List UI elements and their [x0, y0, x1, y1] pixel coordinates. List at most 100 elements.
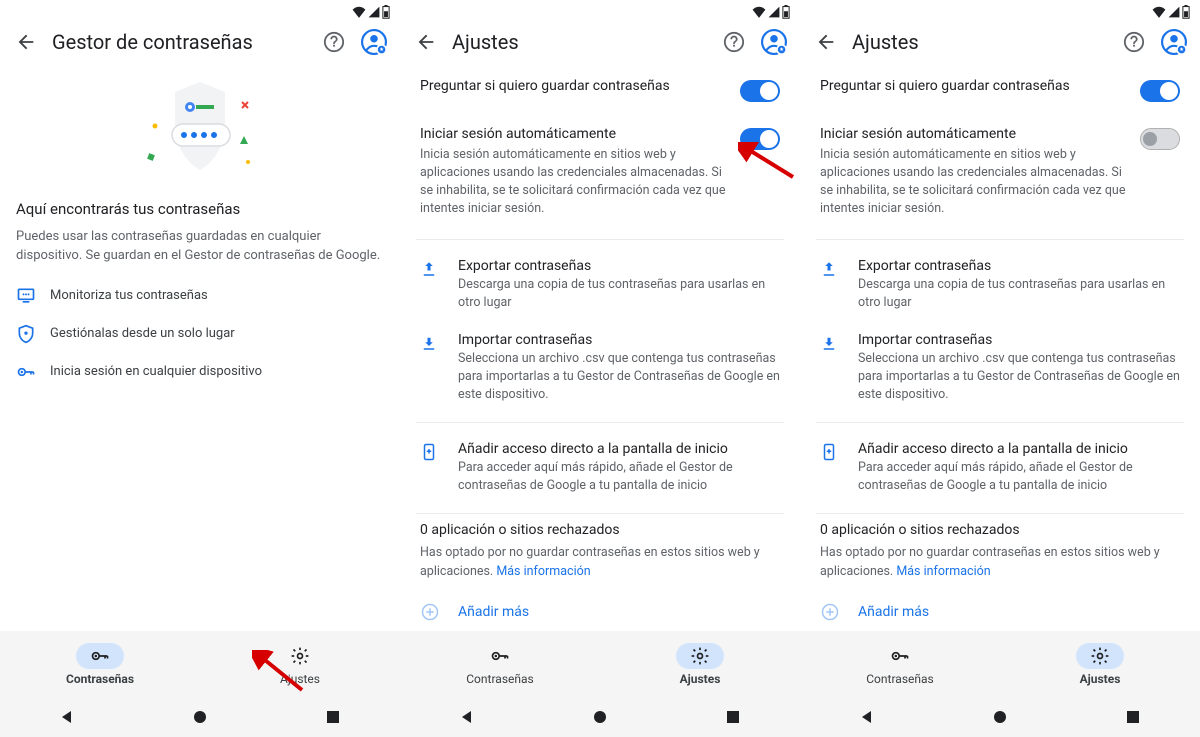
download-icon — [420, 332, 440, 404]
setting-title: Iniciar sesión automáticamente — [820, 126, 1126, 142]
signal-icon — [768, 6, 780, 18]
action-title: Añadir acceso directo a la pantalla de i… — [858, 441, 1180, 457]
nav-passwords[interactable]: Contraseñas — [0, 631, 200, 697]
toggle-auto-signin[interactable] — [740, 128, 780, 150]
nav-passwords-pill — [76, 643, 124, 669]
action-desc: Descarga una copia de tus contraseñas pa… — [858, 276, 1180, 312]
battery-icon — [1182, 5, 1190, 19]
rejected-desc: Has optado por no guardar contraseñas en… — [816, 544, 1184, 582]
illustration — [16, 66, 384, 200]
action-desc: Descarga una copia de tus contraseñas pa… — [458, 276, 780, 312]
feature-label: Monitoriza tus contraseñas — [50, 288, 208, 303]
setting-ask-save[interactable]: Preguntar si quiero guardar contraseñas — [816, 66, 1184, 114]
screen-password-manager: Gestor de contraseñas Aquí encontrarás t… — [0, 0, 400, 737]
action-title: Exportar contraseñas — [858, 258, 1180, 274]
shield-icon — [16, 324, 36, 344]
divider — [816, 239, 1184, 240]
download-icon — [820, 332, 840, 404]
setting-ask-save[interactable]: Preguntar si quiero guardar contraseñas — [416, 66, 784, 114]
sys-back[interactable] — [59, 709, 75, 725]
setting-auto-signin[interactable]: Iniciar sesión automáticamente Inicia se… — [816, 114, 1184, 231]
nav-label: Ajustes — [1080, 672, 1121, 686]
action-desc: Para acceder aquí más rápido, añade el G… — [858, 459, 1180, 495]
upload-icon — [820, 258, 840, 312]
feature-signin: Inicia sesión en cualquier dispositivo — [16, 362, 384, 382]
page-title: Ajustes — [452, 30, 708, 54]
sys-recent[interactable] — [1125, 709, 1141, 725]
action-desc: Selecciona un archivo .csv que contenga … — [458, 350, 780, 404]
action-shortcut[interactable]: Añadir acceso directo a la pantalla de i… — [816, 431, 1184, 505]
feature-manage: Gestiónalas desde un solo lugar — [16, 324, 384, 344]
nav-settings[interactable]: Ajustes — [200, 631, 400, 697]
divider — [416, 513, 784, 514]
sys-home[interactable] — [992, 709, 1008, 725]
nav-passwords[interactable]: Contraseñas — [800, 631, 1000, 697]
nav-label: Contraseñas — [466, 672, 533, 686]
action-export[interactable]: Exportar contraseñas Descarga una copia … — [816, 248, 1184, 322]
add-more[interactable]: Añadir más — [416, 596, 784, 628]
content-area: Preguntar si quiero guardar contraseñas … — [400, 66, 800, 631]
more-info-link[interactable]: Más información — [496, 564, 590, 579]
toggle-auto-signin[interactable] — [1140, 128, 1180, 150]
action-title: Añadir acceso directo a la pantalla de i… — [458, 441, 780, 457]
status-bar — [0, 0, 400, 22]
action-desc: Selecciona un archivo .csv que contenga … — [858, 350, 1180, 404]
help-icon[interactable] — [1120, 28, 1148, 56]
action-title: Exportar contraseñas — [458, 258, 780, 274]
sys-back[interactable] — [859, 709, 875, 725]
bottom-nav: Contraseñas Ajustes — [400, 631, 800, 697]
gear-icon — [290, 646, 310, 666]
action-shortcut[interactable]: Añadir acceso directo a la pantalla de i… — [416, 431, 784, 505]
app-bar: Ajustes — [800, 22, 1200, 66]
sys-recent[interactable] — [325, 709, 341, 725]
divider — [816, 422, 1184, 423]
app-bar: Gestor de contraseñas — [0, 22, 400, 66]
action-title: Importar contraseñas — [458, 332, 780, 348]
sys-home[interactable] — [592, 709, 608, 725]
account-icon[interactable] — [360, 28, 388, 56]
battery-icon — [382, 5, 390, 19]
monitor-icon — [16, 286, 36, 306]
nav-passwords[interactable]: Contraseñas — [400, 631, 600, 697]
account-icon[interactable] — [1160, 28, 1188, 56]
feature-monitor: Monitoriza tus contraseñas — [16, 286, 384, 306]
toggle-ask-save[interactable] — [740, 80, 780, 102]
back-button[interactable] — [12, 28, 40, 56]
help-icon[interactable] — [320, 28, 348, 56]
gear-icon — [690, 646, 710, 666]
action-export[interactable]: Exportar contraseñas Descarga una copia … — [416, 248, 784, 322]
toggle-ask-save[interactable] — [1140, 80, 1180, 102]
page-title: Gestor de contraseñas — [52, 30, 308, 54]
more-info-link[interactable]: Más información — [896, 564, 990, 579]
setting-auto-signin[interactable]: Iniciar sesión automáticamente Inicia se… — [416, 114, 784, 231]
action-import[interactable]: Importar contraseñas Selecciona un archi… — [416, 322, 784, 414]
nav-settings[interactable]: Ajustes — [1000, 631, 1200, 697]
add-home-icon — [420, 441, 440, 495]
status-bar — [400, 0, 800, 22]
content-area: Preguntar si quiero guardar contraseñas … — [800, 66, 1200, 631]
help-icon[interactable] — [720, 28, 748, 56]
sys-recent[interactable] — [725, 709, 741, 725]
action-import[interactable]: Importar contraseñas Selecciona un archi… — [816, 322, 1184, 414]
add-more[interactable]: Añadir más — [816, 596, 1184, 628]
divider — [416, 239, 784, 240]
wifi-icon — [752, 6, 766, 18]
back-button[interactable] — [412, 28, 440, 56]
sys-home[interactable] — [192, 709, 208, 725]
account-icon[interactable] — [760, 28, 788, 56]
gear-icon — [1090, 646, 1110, 666]
back-button[interactable] — [812, 28, 840, 56]
add-more-label: Añadir más — [458, 604, 529, 620]
key-icon — [490, 646, 510, 666]
nav-label: Contraseñas — [66, 672, 134, 686]
setting-title: Iniciar sesión automáticamente — [420, 126, 726, 142]
nav-settings[interactable]: Ajustes — [600, 631, 800, 697]
screen-settings-off: Ajustes Preguntar si quiero guardar cont… — [800, 0, 1200, 737]
status-bar — [800, 0, 1200, 22]
add-more-label: Añadir más — [858, 604, 929, 620]
setting-desc: Inicia sesión automáticamente en sitios … — [820, 146, 1126, 219]
action-title: Importar contraseñas — [858, 332, 1180, 348]
sys-back[interactable] — [459, 709, 475, 725]
signal-icon — [1168, 6, 1180, 18]
wifi-icon — [352, 6, 366, 18]
